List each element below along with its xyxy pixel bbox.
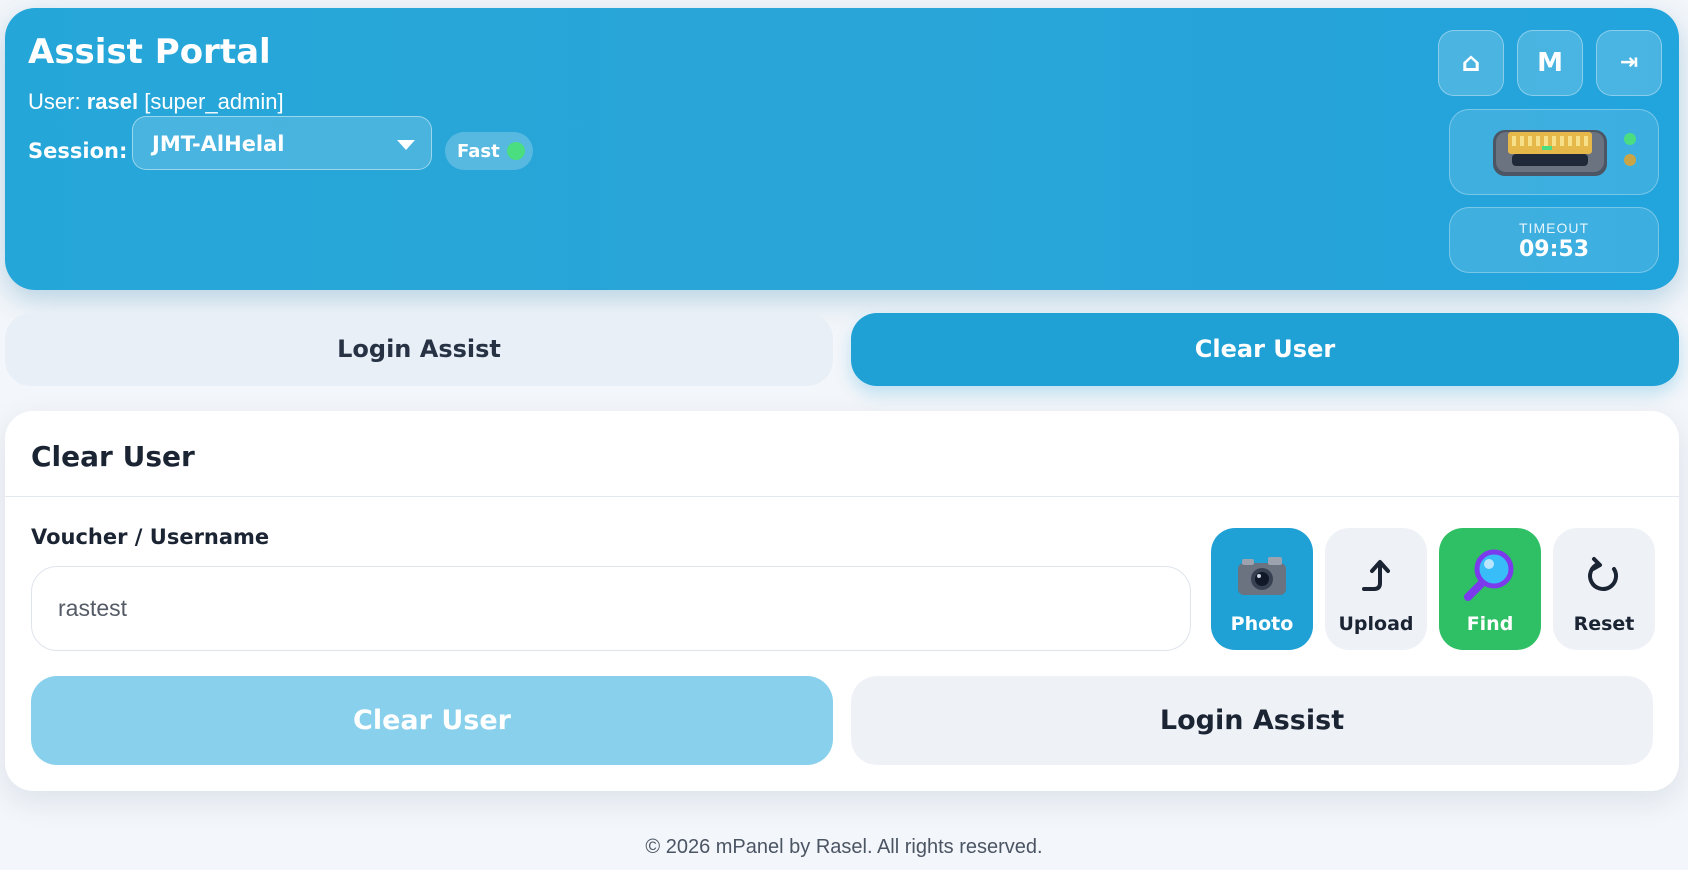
user-prefix: User:: [28, 89, 81, 114]
chevron-down-icon: [397, 140, 415, 150]
home-button[interactable]: ⌂: [1438, 30, 1504, 96]
timeout-label: TIMEOUT: [1519, 220, 1589, 236]
username: rasel: [86, 89, 139, 114]
divider: [5, 496, 1679, 497]
timeout-value: 09:53: [1518, 237, 1590, 262]
session-value: JMT-AlHelal: [152, 132, 285, 156]
session-label: Session:: [28, 139, 128, 163]
reset-button[interactable]: Reset: [1553, 528, 1655, 650]
session-select[interactable]: JMT-AlHelal: [132, 116, 432, 170]
photo-button[interactable]: Photo: [1211, 528, 1313, 650]
logout-button[interactable]: ⇥: [1596, 30, 1662, 96]
voucher-field-label: Voucher / Username: [31, 525, 270, 549]
find-button[interactable]: Find: [1439, 528, 1541, 650]
footer-copyright: © 2026 mPanel by Rasel. All rights reser…: [645, 836, 1043, 858]
magnifier-icon: [1464, 549, 1514, 601]
menu-button[interactable]: M: [1517, 30, 1583, 96]
voucher-username-input[interactable]: [31, 566, 1191, 651]
photo-label: Photo: [1230, 613, 1294, 635]
timeout-card: TIMEOUT 09:53: [1449, 207, 1659, 273]
upload-label: Upload: [1338, 613, 1414, 635]
page-title: Assist Portal: [28, 32, 271, 72]
user-role: [super_admin]: [144, 89, 284, 114]
home-icon: ⌂: [1461, 48, 1481, 78]
reset-label: Reset: [1573, 613, 1635, 635]
speed-indicator: Fast: [445, 132, 533, 170]
login-assist-button[interactable]: Login Assist: [851, 676, 1653, 765]
clear-user-card: Clear User Voucher / Username Photo Uplo…: [5, 411, 1679, 791]
tab-clear-user[interactable]: Clear User: [851, 313, 1679, 386]
portal-header: Assist Portal User: rasel [super_admin] …: [5, 8, 1679, 290]
speed-label: Fast: [457, 141, 500, 162]
upload-button[interactable]: Upload: [1325, 528, 1427, 650]
router-icon: [1493, 130, 1636, 176]
status-dot-icon: [507, 142, 525, 160]
router-status-card: [1449, 109, 1659, 195]
clear-user-button[interactable]: Clear User: [31, 676, 833, 765]
menu-icon: M: [1537, 48, 1563, 78]
tab-login-assist[interactable]: Login Assist: [5, 313, 833, 386]
find-label: Find: [1466, 613, 1514, 635]
card-title: Clear User: [31, 440, 195, 473]
logout-icon: ⇥: [1619, 50, 1639, 75]
camera-icon: [1238, 557, 1286, 595]
refresh-icon: [1588, 557, 1618, 591]
user-info: User: rasel [super_admin]: [28, 89, 284, 115]
upload-arrow-icon: [1362, 560, 1390, 591]
